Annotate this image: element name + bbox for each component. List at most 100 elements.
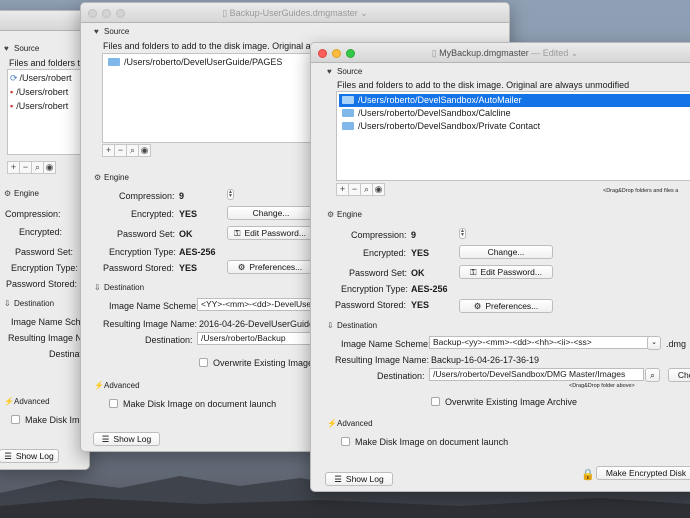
window-title: ▯ MyBackup.dmgmaster — Edited ⌄ [431, 48, 579, 58]
list-item[interactable]: /Users/roberto/DevelUserGuide/PAGES [105, 56, 331, 69]
close-button[interactable] [318, 49, 327, 58]
back-advanced-section: ⚡Advanced [4, 397, 50, 406]
password-stored-label: Password Stored: [335, 300, 407, 310]
engine-section: ⚙ Engine [94, 173, 129, 182]
compression-label: Compression: [351, 230, 407, 240]
encrypted-label: Encrypted: [363, 248, 407, 258]
source-section: ♥ Source [327, 67, 363, 76]
download-icon: ⇩ [94, 283, 101, 292]
make-disk-image-checkbox[interactable]: Make Disk Ima [11, 415, 85, 425]
lock-icon[interactable]: 🔒 [581, 468, 595, 481]
key-icon: ⚿ [234, 228, 241, 238]
encryption-type-value: AES-256 [179, 247, 216, 257]
destination-field[interactable]: /Users/roberto/Backup [197, 332, 317, 345]
resulting-image-name-label: Resulting Image Name: [335, 355, 430, 365]
gear-icon: ⚙ [473, 301, 482, 311]
action-button[interactable]: ◉ [43, 161, 56, 174]
encryption-type-label: Encryption Type: [341, 284, 408, 294]
password-set-label: Password Set: [117, 229, 176, 239]
key-icon: ⚿ [470, 267, 477, 277]
minimize-button[interactable] [332, 49, 341, 58]
back-source-label: Source [14, 44, 40, 53]
password-stored-label: Password Stored: [6, 279, 78, 289]
back-destination-section: ⇩ Destination [4, 299, 55, 308]
action-button[interactable]: ◉ [138, 144, 151, 157]
resulting-image-name-value: Backup-16-04-26-17-36-19 [431, 355, 540, 365]
heart-icon: ♥ [94, 27, 99, 36]
heart-icon: ♥ [327, 67, 332, 76]
file-list[interactable]: /Users/roberto/DevelUserGuide/PAGES [102, 53, 332, 143]
compression-stepper[interactable]: ▲ ▼ [227, 189, 234, 200]
overwrite-checkbox[interactable]: Overwrite Existing Image Archive [431, 397, 577, 407]
edit-password-button[interactable]: ⚿ Edit Password... [227, 226, 313, 240]
edit-password-button[interactable]: ⚿ Edit Password... [459, 265, 553, 279]
list-item[interactable]: /Users/roberto/DevelSandbox/Calcline [339, 107, 690, 120]
close-button[interactable] [88, 9, 97, 18]
advanced-section: ⚡Advanced [94, 381, 140, 390]
list-item[interactable]: ⟳/Users/robert [10, 72, 89, 85]
heart-icon: ♥ [4, 44, 9, 53]
files-label: Files and folders to add to the disk ima… [337, 80, 630, 90]
zoom-button[interactable] [346, 49, 355, 58]
source-section: ♥ Source [94, 27, 130, 36]
preferences-button[interactable]: ⚙ Preferences... [459, 299, 553, 313]
front-window: ▯ MyBackup.dmgmaster — Edited ⌄ ♥ Source … [310, 42, 690, 492]
image-name-scheme-label: Image Name Sche [11, 317, 86, 327]
image-name-scheme-label: Image Name Scheme: [109, 301, 199, 311]
compression-value: 9 [411, 230, 417, 240]
change-button[interactable]: Change... [227, 206, 315, 220]
password-stored-value: YES [179, 263, 198, 273]
gear-icon: ⚙ [327, 210, 335, 219]
search-icon[interactable]: ⌕ [645, 368, 660, 382]
action-button[interactable]: ◉ [372, 183, 385, 196]
compression-stepper[interactable]: ▲ ▼ [459, 228, 466, 239]
make-disk-image-checkbox[interactable]: Make Disk Image on document launch [109, 399, 276, 409]
scheme-dropdown-button[interactable]: ⌄ [647, 336, 661, 350]
show-log-button[interactable]: ☰ Show Log [93, 432, 160, 446]
password-set-value: OK [411, 268, 425, 278]
resulting-image-name-label: Resulting Image Name: [103, 319, 198, 329]
image-name-scheme-field[interactable]: Backup-<yy>-<mm>-<dd>-<hh>-<ii>-<ss> [429, 336, 649, 349]
choose-button[interactable]: Choo [668, 368, 690, 382]
preferences-button[interactable]: ⚙ Preferences... [227, 260, 313, 274]
back-files-label: Files and folders to [9, 58, 86, 68]
password-set-label: Password Set: [15, 247, 74, 257]
overwrite-checkbox[interactable]: Overwrite Existing Image A [199, 358, 321, 368]
make-disk-image-checkbox[interactable]: Make Disk Image on document launch [341, 437, 508, 447]
middle-titlebar: ▯ Backup-UserGuides.dmgmaster ⌄ [81, 3, 509, 23]
destination-field[interactable]: /Users/roberto/DevelSandbox/DMG Master/I… [429, 368, 644, 381]
back-window: ♥ Source Files and folders to ⟳/Users/rob… [0, 10, 90, 470]
folder-icon [342, 95, 354, 104]
resulting-image-name-label: Resulting Image N [8, 333, 83, 343]
engine-section: ⚙ Engine [327, 210, 362, 219]
minimize-button[interactable] [102, 9, 111, 18]
list-item[interactable]: /Users/roberto/DevelSandbox/AutoMailer [339, 94, 690, 107]
image-name-scheme-label: Image Name Scheme: [341, 339, 431, 349]
password-set-value: OK [179, 229, 193, 239]
compression-label: Compression: [5, 209, 61, 219]
password-set-label: Password Set: [349, 268, 408, 278]
destination-label: Destinat [49, 349, 83, 359]
list-toolbar: + − ⌕ ◉ [102, 144, 151, 158]
image-name-scheme-field[interactable]: <YY>-<mm>-<dd>-DevelUse [197, 298, 317, 311]
show-log-button[interactable]: ☰ Show Log [325, 472, 393, 486]
encrypted-label: Encrypted: [131, 209, 175, 219]
make-encrypted-disk-button[interactable]: Make Encrypted Disk [596, 466, 690, 480]
bolt-icon: ⚡ [4, 397, 14, 406]
bolt-icon: ⚡ [327, 419, 337, 428]
back-file-list[interactable]: ⟳/Users/robert ▪/Users/robert ▪/Users/ro… [7, 69, 89, 155]
chevron-down-icon: ⌄ [651, 339, 657, 346]
list-item[interactable]: ▪/Users/robert [10, 86, 89, 99]
window-title: ▯ Backup-UserGuides.dmgmaster ⌄ [222, 8, 368, 18]
change-button[interactable]: Change... [459, 245, 553, 259]
front-titlebar: ▯ MyBackup.dmgmaster — Edited ⌄ [311, 43, 690, 63]
encryption-type-label: Encryption Type: [109, 247, 176, 257]
gear-icon: ⚙ [237, 262, 246, 272]
zoom-button[interactable] [116, 9, 125, 18]
list-item[interactable]: ▪/Users/robert [10, 100, 89, 113]
destination-label: Destination: [145, 335, 193, 345]
list-item[interactable]: /Users/roberto/DevelSandbox/Private Cont… [339, 120, 690, 133]
compression-value: 9 [179, 191, 185, 201]
file-list[interactable]: /Users/roberto/DevelSandbox/AutoMailer /… [336, 91, 690, 181]
show-log-button[interactable]: ☰ Show Log [0, 449, 59, 463]
